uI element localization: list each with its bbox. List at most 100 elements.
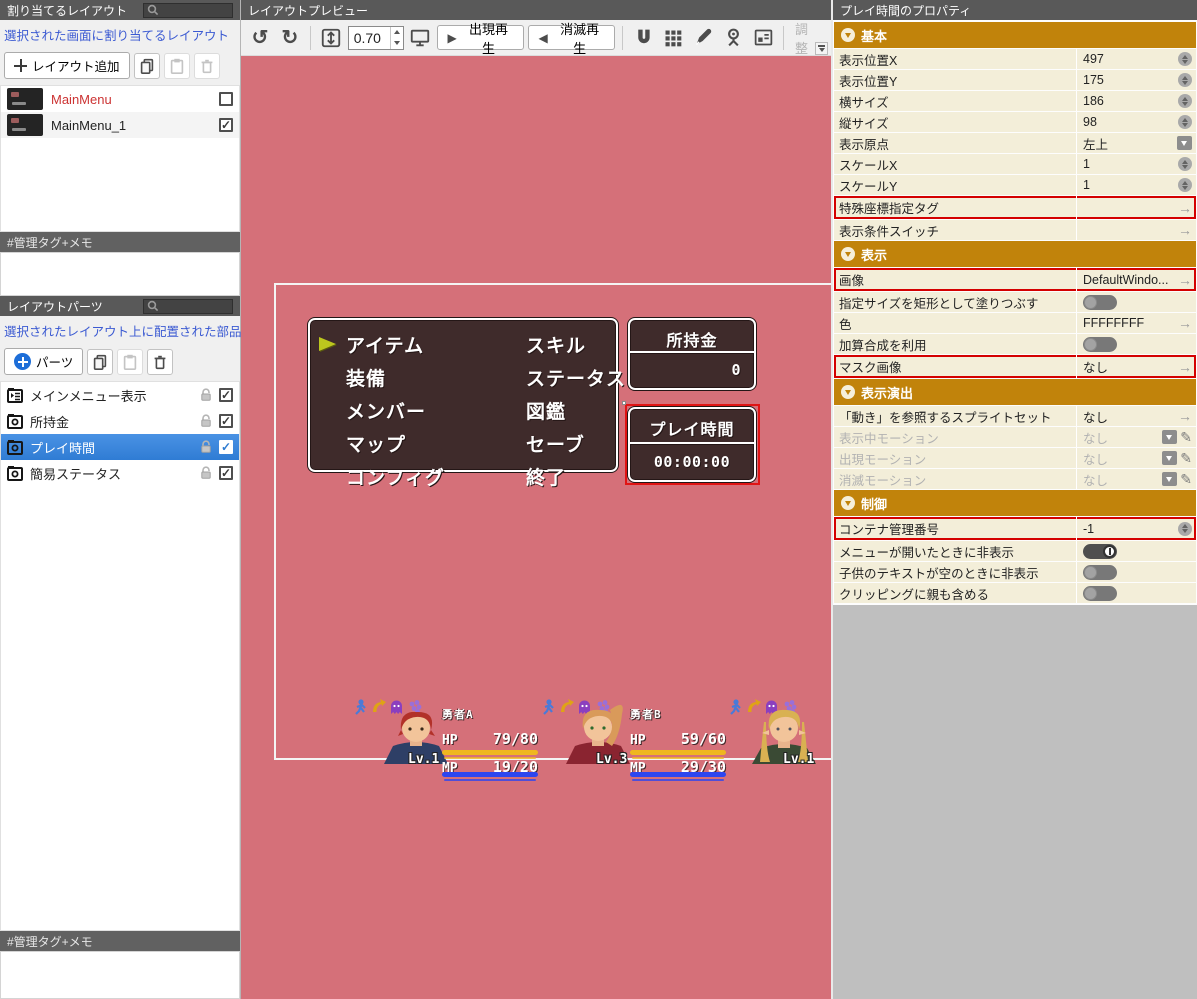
lock-icon[interactable] xyxy=(199,466,213,480)
parts-search-input[interactable] xyxy=(143,299,233,314)
lock-icon[interactable] xyxy=(199,440,213,454)
spinner-control[interactable] xyxy=(1178,157,1192,171)
dropdown-button[interactable] xyxy=(1177,136,1192,150)
layout-list-item[interactable]: MainMenu_1✓ xyxy=(1,112,239,138)
toggle-switch[interactable] xyxy=(1083,565,1117,580)
snap-button[interactable] xyxy=(630,25,656,51)
property-value[interactable]: 左上 xyxy=(1083,134,1174,153)
detail-arrow-button[interactable]: → xyxy=(1178,201,1192,215)
layout-list-item[interactable]: MainMenu xyxy=(1,86,239,112)
part-list-item[interactable]: プレイ時間✓ xyxy=(1,434,239,460)
add-part-button[interactable]: パーツ xyxy=(4,348,83,375)
property-value-cell[interactable] xyxy=(1077,583,1196,603)
property-value-cell[interactable]: なし✎ xyxy=(1077,469,1196,489)
detail-arrow-button[interactable]: → xyxy=(1178,360,1192,374)
toggle-switch[interactable] xyxy=(1083,337,1117,352)
toggle-switch[interactable] xyxy=(1083,544,1117,559)
main-menu-window-part[interactable]: アイテム装備メンバーマップコンフィグ スキルステータス図鑑セーブ終了 xyxy=(308,318,618,472)
spinner-control[interactable] xyxy=(1178,52,1192,66)
property-value-cell[interactable]: DefaultWindo...→ xyxy=(1077,268,1196,291)
property-value-cell[interactable]: なし✎ xyxy=(1077,448,1196,468)
property-value[interactable]: 497 xyxy=(1083,52,1175,66)
vanish-play-button[interactable]: ◀ 消滅再生 xyxy=(528,25,615,50)
pencil-icon[interactable]: ✎ xyxy=(1180,472,1192,486)
detail-arrow-button[interactable]: → xyxy=(1178,273,1192,287)
property-value[interactable]: -1 xyxy=(1083,522,1175,536)
property-value[interactable]: なし xyxy=(1083,407,1175,426)
part-checkbox[interactable]: ✓ xyxy=(219,466,233,480)
gold-window-part[interactable]: 所持金 0 xyxy=(628,318,756,390)
section-header[interactable]: 基本 xyxy=(834,22,1196,48)
delete-part-button[interactable] xyxy=(147,349,173,375)
property-value-cell[interactable]: なし ✎ xyxy=(1077,427,1196,447)
selection-handle[interactable] xyxy=(622,401,626,405)
zoom-value[interactable]: 0.70 xyxy=(349,27,390,49)
pencil-icon[interactable]: ✎ xyxy=(1180,430,1192,444)
spinner-control[interactable] xyxy=(1178,178,1192,192)
part-list-item[interactable]: メインメニュー表示✓ xyxy=(1,382,239,408)
property-value[interactable]: 186 xyxy=(1083,94,1175,108)
property-value-cell[interactable]: → xyxy=(1077,220,1196,240)
property-value-cell[interactable]: 497 xyxy=(1077,49,1196,69)
paste-part-button[interactable] xyxy=(117,349,143,375)
paint-button[interactable] xyxy=(690,25,716,51)
pencil-icon[interactable]: ✎ xyxy=(1180,451,1192,465)
property-value-cell[interactable]: 98 xyxy=(1077,112,1196,132)
spinner-control[interactable] xyxy=(1178,115,1192,129)
property-value[interactable]: FFFFFFFF xyxy=(1083,316,1175,330)
property-value-cell[interactable]: -1 xyxy=(1077,517,1196,540)
layout-frame-button[interactable] xyxy=(750,25,776,51)
fit-view-button[interactable] xyxy=(318,25,344,51)
spinner-control[interactable] xyxy=(1178,522,1192,536)
copy-part-button[interactable] xyxy=(87,349,113,375)
detail-arrow-button[interactable]: → xyxy=(1178,223,1192,237)
property-value[interactable]: 98 xyxy=(1083,115,1175,129)
zoom-spinbox[interactable]: 0.70 xyxy=(348,26,404,50)
part-checkbox[interactable]: ✓ xyxy=(219,414,233,428)
property-value-cell[interactable] xyxy=(1077,334,1196,354)
lock-icon[interactable] xyxy=(199,414,213,428)
dropdown-button[interactable] xyxy=(1162,451,1177,465)
property-value-cell[interactable] xyxy=(1077,292,1196,312)
property-value-cell[interactable]: なし→ xyxy=(1077,355,1196,378)
playtime-window-part[interactable]: プレイ時間 00:00:00 xyxy=(628,407,756,482)
section-header[interactable]: 表示演出 xyxy=(834,379,1196,405)
dropdown-button[interactable] xyxy=(1162,472,1177,486)
property-value-cell[interactable]: 175 xyxy=(1077,70,1196,90)
copy-layout-button[interactable] xyxy=(134,53,160,79)
property-value-cell[interactable]: FFFFFFFF→ xyxy=(1077,313,1196,333)
property-value-cell[interactable]: 1 xyxy=(1077,154,1196,174)
detail-arrow-button[interactable]: → xyxy=(1178,316,1192,330)
layout-search-input[interactable] xyxy=(143,3,233,18)
toolbar-overflow-button[interactable] xyxy=(815,42,828,55)
property-value-cell[interactable]: 左上 xyxy=(1077,133,1196,153)
spin-up-icon[interactable] xyxy=(391,27,403,38)
section-header[interactable]: 制御 xyxy=(834,490,1196,516)
property-value[interactable]: なし xyxy=(1083,357,1175,376)
part-checkbox[interactable]: ✓ xyxy=(219,440,233,454)
property-value-cell[interactable] xyxy=(1077,541,1196,561)
property-value[interactable]: なし xyxy=(1083,428,1159,447)
toggle-switch[interactable] xyxy=(1083,586,1117,601)
grid-button[interactable] xyxy=(660,25,686,51)
property-value-cell[interactable]: 1 xyxy=(1077,175,1196,195)
tag-memo-input-bottom[interactable] xyxy=(0,951,240,999)
paste-layout-button[interactable] xyxy=(164,53,190,79)
spinner-control[interactable] xyxy=(1178,73,1192,87)
add-layout-button[interactable]: レイアウト追加 xyxy=(4,52,130,79)
lock-icon[interactable] xyxy=(199,388,213,402)
screen-size-button[interactable] xyxy=(408,25,434,51)
appear-play-button[interactable]: ▶ 出現再生 xyxy=(437,25,524,50)
detail-arrow-button[interactable]: → xyxy=(1178,409,1192,423)
camera-button[interactable] xyxy=(720,25,746,51)
section-header[interactable]: 表示 xyxy=(834,241,1196,267)
property-value-cell[interactable]: → xyxy=(1077,196,1196,219)
spin-down-icon[interactable] xyxy=(391,38,403,49)
layout-checkbox[interactable]: ✓ xyxy=(219,118,233,132)
part-list-item[interactable]: 所持金✓ xyxy=(1,408,239,434)
property-value-cell[interactable]: なし→ xyxy=(1077,406,1196,426)
tag-memo-input[interactable] xyxy=(0,252,240,296)
toggle-switch[interactable] xyxy=(1083,295,1117,310)
spinner-control[interactable] xyxy=(1178,94,1192,108)
redo-button[interactable]: ↻ xyxy=(277,25,303,51)
